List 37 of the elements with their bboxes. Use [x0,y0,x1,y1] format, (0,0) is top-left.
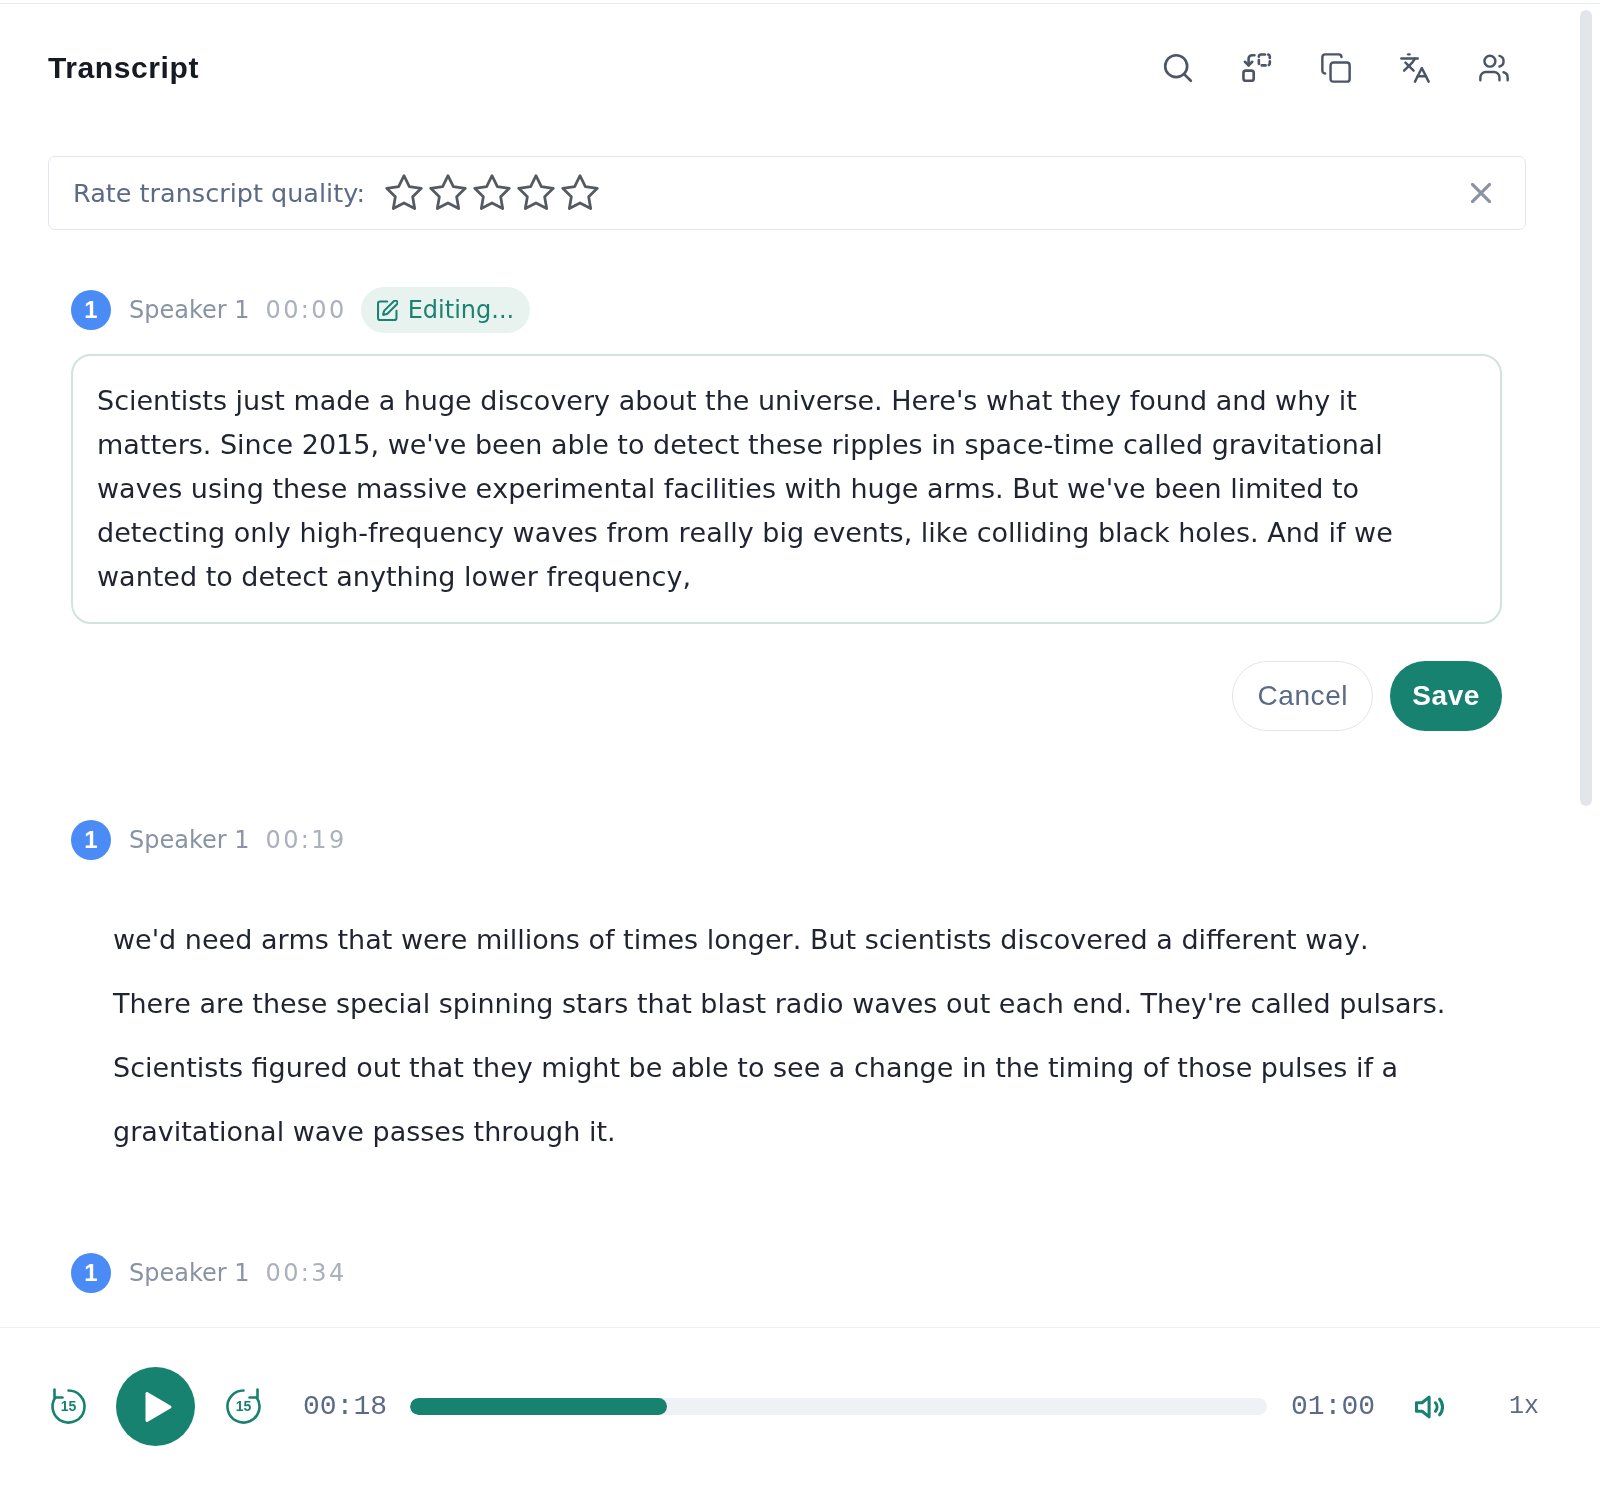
search-icon[interactable] [1163,53,1193,83]
volume-icon[interactable] [1415,1393,1446,1420]
transcript-editor[interactable]: Scientists just made a huge discovery about the universe. Here's what they found and why it matters. Since 2015, we've been able to detect these ripples in space-time called gravitational waves using these massive experimental facilities with huge arms. But we've been limited to detecting only high-frequency waves from really big events, like colliding black holes. And if we wanted to detect anything lower frequency, [71,354,1502,624]
speaker-name: Speaker 1 [129,1259,250,1287]
speaker-name: Speaker 1 [129,826,250,854]
users-icon[interactable] [1479,53,1509,83]
rating-label: Rate transcript quality: [73,178,365,208]
star-icon[interactable] [561,174,599,212]
elapsed-time: 00:18 [303,1391,387,1422]
duration-time: 01:00 [1290,1391,1375,1422]
star-icon[interactable] [517,174,555,212]
star-icon[interactable] [473,174,511,212]
speed-button[interactable]: 1x [1509,1392,1539,1421]
speaker-badge: 1 [71,290,111,330]
progress-track[interactable] [410,1398,1267,1415]
panel-title: Transcript [48,51,200,85]
skip-back-button[interactable]: 15 [48,1386,89,1427]
speaker-name: Speaker 1 [129,296,250,324]
timestamp: 00:19 [265,826,347,854]
copy-icon[interactable] [1321,53,1351,83]
play-icon [143,1389,173,1424]
pencil-square-icon [376,299,398,321]
status-label: Editing... [407,296,515,324]
close-icon[interactable] [1471,183,1491,203]
star-icon[interactable] [385,174,423,212]
save-button[interactable]: Save [1390,661,1502,731]
star-icon[interactable] [429,174,467,212]
transcript-text: we'd need arms that were millions of times longer. But scientists discovered a different way. There are these special spinning stars that blast radio waves out each end. They're called pulsars. Scientists figured out that they might be able to see a change in the timing of those pulses if a gravitational wave passes through it. [113,923,1447,1149]
cancel-button[interactable]: Cancel [1232,661,1374,731]
scrollbar-thumb[interactable] [1580,10,1592,806]
timestamp: 00:00 [265,296,347,324]
timestamp: 00:34 [265,1259,347,1287]
speaker-badge: 1 [71,820,111,860]
skip-forward-button[interactable]: 15 [223,1386,264,1427]
translate-icon[interactable] [1400,53,1430,83]
speaker-badge: 1 [71,1253,111,1293]
shrink-icon[interactable] [1242,53,1272,83]
